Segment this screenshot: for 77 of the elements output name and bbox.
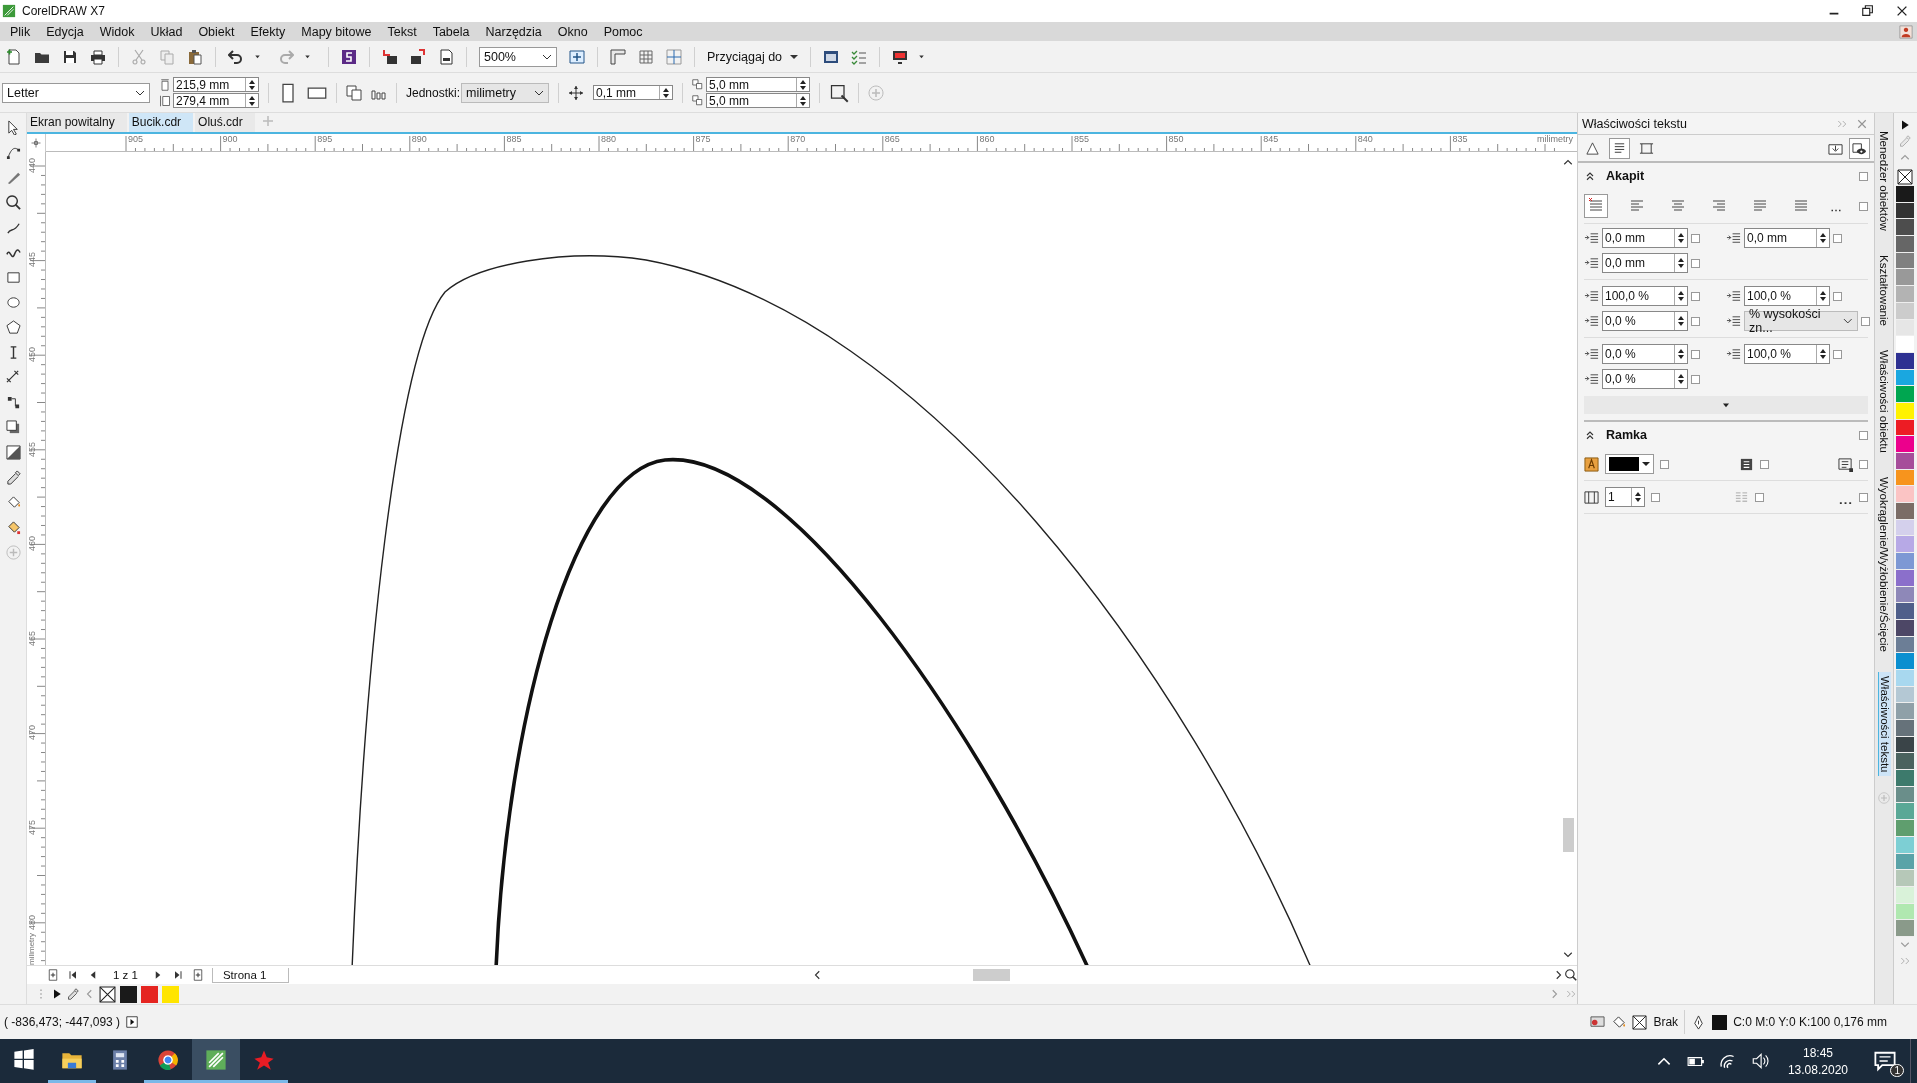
units-label: Jednostki:	[406, 85, 461, 100]
ruler-unit-label: milimetry	[1537, 134, 1573, 144]
panel-title: Właściwości tekstu	[1582, 116, 1687, 131]
ruler-label: 850	[1168, 134, 1184, 144]
value-field[interactable]: 0,0 mm	[1744, 228, 1830, 248]
ruler-label: 475	[27, 820, 37, 836]
ruler-label: 880	[601, 134, 617, 144]
ruler-label: 445	[27, 252, 37, 268]
menu-item[interactable]: Narzędzia	[477, 24, 550, 39]
page-size-dropdown[interactable]: Letter	[2, 82, 150, 103]
docker-tab[interactable]: Wyokrąglenie/Wyżłobienie/Ścięcie	[1878, 472, 1890, 656]
menu-item[interactable]: Widok	[91, 24, 143, 39]
units-dropdown[interactable]: milimetry	[461, 82, 550, 103]
ruler-label: 460	[27, 536, 37, 552]
menu-item[interactable]: Pomoc	[595, 24, 651, 39]
page-tab[interactable]: Strona 1	[211, 967, 290, 983]
value-field[interactable]: 100,0 %	[1602, 286, 1688, 306]
menu-item[interactable]: Plik	[2, 24, 39, 39]
cursor-coordinates: ( -836,473; -447,093 )	[4, 1015, 121, 1029]
clock-date: 13.08.2020	[1787, 1062, 1848, 1077]
value-field[interactable]: 100,0 %	[1744, 286, 1830, 306]
page-counter: 1 z 1	[112, 969, 139, 982]
document-tab[interactable]: Ekran powitalny	[27, 113, 127, 132]
duplicate-y-field[interactable]: 5,0 mm	[706, 93, 811, 108]
value-field[interactable]: 0,0 %	[1602, 344, 1688, 364]
fill-status: Brak	[1653, 1015, 1679, 1029]
menu-item[interactable]: Okno	[549, 24, 596, 39]
ruler-label: 855	[1074, 134, 1090, 144]
ruler-label: 455	[27, 441, 37, 457]
value-field[interactable]: 0,0 %	[1602, 311, 1688, 331]
columns-field[interactable]: 1	[1605, 487, 1645, 507]
ruler-label: 470	[27, 725, 37, 741]
docker-tab[interactable]: Właściwości obiektu	[1878, 345, 1890, 457]
docker-tab[interactable]: Kształtowanie	[1878, 250, 1890, 330]
value-field[interactable]: 100,0 %	[1744, 344, 1830, 364]
page-width-field[interactable]: 215,9 mm	[173, 77, 259, 92]
menu-item[interactable]: Efekty	[242, 24, 294, 39]
ruler-label: 895	[317, 134, 333, 144]
spacing-unit-dropdown[interactable]: % wysokości zn...	[1744, 311, 1858, 331]
docker-tab[interactable]: Menedżer obiektów	[1878, 127, 1890, 235]
outline-status: C:0 M:0 Y:0 K:100 0,176 mm	[1733, 1015, 1887, 1029]
duplicate-x-field[interactable]: 5,0 mm	[706, 77, 811, 92]
ruler-label: 860	[979, 134, 995, 144]
section-title: Akapit	[1606, 169, 1645, 183]
ruler-label: 480	[27, 914, 37, 930]
ruler-label: 450	[27, 347, 37, 363]
window-title: CorelDRAW X7	[22, 4, 105, 18]
ruler-label: 870	[790, 134, 806, 144]
menu-item[interactable]: Edycja	[38, 24, 92, 39]
page-height-field[interactable]: 279,4 mm	[173, 93, 259, 108]
menu-item[interactable]: Tekst	[379, 24, 425, 39]
section-title: Ramka	[1606, 428, 1647, 442]
value-field[interactable]: 0,0 mm	[1602, 253, 1688, 273]
value-field[interactable]: 0,0 mm	[1602, 228, 1688, 248]
document-tab[interactable]: Oluś.cdr	[195, 113, 255, 132]
ruler-label: 885	[506, 134, 522, 144]
menu-item[interactable]: Obiekt	[190, 24, 243, 39]
docker-tab[interactable]: Właściwości tekstu	[1877, 671, 1891, 777]
value-field[interactable]: 0,0 %	[1602, 369, 1688, 389]
zoom-level-dropdown[interactable]: 500%	[479, 46, 557, 67]
ruler-label: 845	[1263, 134, 1279, 144]
snap-to-dropdown[interactable]: Przyciągaj do	[707, 49, 799, 64]
ruler-label: 865	[884, 134, 900, 144]
nudge-distance-field[interactable]: 0,1 mm	[593, 85, 674, 100]
ruler-unit-label: milimetry	[27, 933, 36, 966]
ruler-label: 835	[1452, 134, 1468, 144]
menu-item[interactable]: Tabela	[424, 24, 478, 39]
menu-item[interactable]: Układ	[142, 24, 191, 39]
ruler-label: 875	[695, 134, 711, 144]
ruler-label: 890	[411, 134, 427, 144]
menu-item[interactable]: Mapy bitowe	[293, 24, 380, 39]
ruler-label: 905	[128, 134, 144, 144]
notification-badge: 1	[1890, 1064, 1904, 1077]
ruler-label: 840	[1357, 134, 1373, 144]
ruler-label: 900	[222, 134, 238, 144]
document-tab[interactable]: Bucik.cdr	[128, 113, 194, 132]
clock-time: 18:45	[1802, 1045, 1833, 1060]
